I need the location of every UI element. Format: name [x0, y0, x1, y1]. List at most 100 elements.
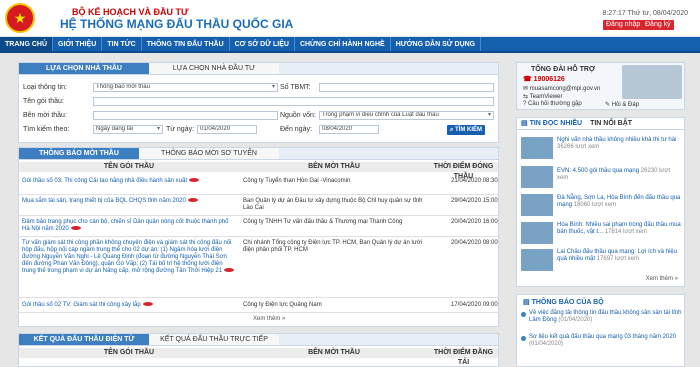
col-package-header: TÊN GÓI THẦU: [19, 162, 239, 172]
notices-view-more-link[interactable]: Xem thêm »: [253, 316, 285, 322]
news-thumbnail[interactable]: [521, 137, 553, 159]
ministry-news-title: ▤ THÔNG BÁO CỦA BỘ: [523, 298, 604, 306]
source-select[interactable]: Trong phạm vi điều chỉnh của Luật đấu th…: [319, 111, 494, 120]
news-view-more-link[interactable]: Xem thêm »: [646, 276, 678, 282]
ministry-news-item[interactable]: Sơ liệu kết quả đấu thầu qua mạng 03 thá…: [529, 334, 683, 348]
package-name[interactable]: Đảm bảo trang phục cho cán bộ, chiến sĩ …: [22, 219, 228, 232]
faq-label[interactable]: Câu hỏi thường gặp: [528, 101, 582, 107]
nav-news[interactable]: TIN TỨC: [102, 37, 142, 51]
nav-bidding-info[interactable]: THÔNG TIN ĐẤU THẦU: [142, 37, 230, 51]
nav-certificates[interactable]: CHỨNG CHỈ HÀNH NGHỀ: [295, 37, 391, 51]
nav-user-guide[interactable]: HƯỚNG DẪN SỬ DỤNG: [391, 37, 482, 51]
tab-most-read[interactable]: ▤ TIN ĐỌC NHIỀU: [517, 118, 586, 129]
qa-link[interactable]: ✎ Hỏi & Đáp: [605, 101, 639, 108]
tab-bid-notices[interactable]: THÔNG BÁO MỜI THẦU: [19, 148, 139, 159]
teamviewer-link[interactable]: ⇆ TeamViewer: [523, 93, 563, 100]
news-thumbnail[interactable]: [521, 166, 553, 188]
news-views: 18060 lượt xem: [573, 202, 616, 208]
info-type-label: Loại thông tin:: [23, 84, 67, 91]
tab-direct-bidding-results[interactable]: KẾT QUẢ ĐẤU THẦU TRỰC TIẾP: [149, 334, 279, 345]
closing-time: 20/04/2020 16:00: [451, 219, 498, 225]
package-link[interactable]: Gói thầu số 02 TV: Giám sát thi công xây…: [22, 302, 237, 309]
news-item[interactable]: Lai Châu đấu thầu qua mạng: Lợi ích và h…: [557, 249, 683, 263]
tab-investor-selection[interactable]: LỰA CHỌN NHÀ ĐẦU TƯ: [149, 63, 279, 74]
register-button[interactable]: Đăng ký: [642, 20, 674, 30]
closing-time: 20/04/2020 08:00: [451, 240, 498, 246]
list-icon: ▤: [521, 120, 530, 127]
table-row[interactable]: Tư vấn giám sát thi công phần không chuy…: [19, 238, 498, 298]
notices-tabs: THÔNG BÁO MỜI THẦU THÔNG BÁO MỜI SƠ TUYỂ…: [19, 148, 498, 160]
support-email[interactable]: ✉ muasamcong@mpi.gov.vn: [523, 85, 600, 92]
tab-prequalification-notices[interactable]: THÔNG BÁO MỜI SƠ TUYỂN: [139, 148, 279, 159]
teamviewer-label[interactable]: TeamViewer: [530, 94, 563, 100]
search-tabs: LỰA CHỌN NHÀ THẦU LỰA CHỌN NHÀ ĐẦU TƯ: [19, 63, 498, 75]
search-button[interactable]: ⌕ TÌM KIẾM: [447, 125, 486, 135]
table-row[interactable]: Gói thầu số 03: Thi công Cải tạo nâng nh…: [19, 175, 498, 195]
news-views: 17697 lượt xem: [596, 256, 640, 262]
ministry-news-item-date: (01/04/2020): [558, 317, 593, 323]
find-by-select[interactable]: Ngày đăng tải: [93, 125, 163, 134]
support-agent-image: [622, 65, 682, 99]
tab-highlights[interactable]: TIN NỔI BẬT: [586, 118, 636, 129]
tab-contractor-selection[interactable]: LỰA CHỌN NHÀ THẦU: [19, 63, 149, 74]
from-date-input[interactable]: 01/04/2020: [197, 125, 257, 134]
info-type-select[interactable]: Thông báo mời thầu: [93, 83, 278, 92]
news-thumbnail[interactable]: [521, 194, 553, 216]
login-button[interactable]: Đăng nhập: [603, 20, 644, 30]
news-title[interactable]: EVN: 4.500 gói thầu qua mạng: [557, 168, 639, 174]
ministry-news-item[interactable]: Về việc đăng tải thông tin đấu thầu khôn…: [529, 310, 683, 324]
closing-time: 21/04/2020 08:30: [451, 178, 498, 184]
package-link[interactable]: Tư vấn giám sát thi công phần không chuy…: [22, 240, 237, 275]
support-phone-number[interactable]: 19006126: [534, 76, 565, 83]
package-name[interactable]: Gói thầu số 03: Thi công Cải tạo nâng nh…: [22, 178, 187, 184]
results-panel: KẾT QUẢ ĐẤU THẦU ĐIỆN TỬ KẾT QUẢ ĐẤU THẦ…: [18, 333, 499, 367]
package-link[interactable]: Gói thầu số 03: Thi công Cải tạo nâng nh…: [22, 178, 237, 185]
support-panel: TỔNG ĐÀI HỖ TRỢ ☎ 19006126 ✉ muasamcong@…: [516, 62, 685, 110]
bullet-icon: [521, 336, 526, 341]
news-item[interactable]: Nghi vấn nhà thầu không nhiều khả thi tư…: [557, 137, 683, 151]
news-thumbnail[interactable]: [521, 222, 553, 244]
package-name[interactable]: Mua sắm tài sản, trang thiết bị của BQL …: [22, 198, 186, 204]
faq-link[interactable]: ? Câu hỏi thường gặp: [523, 101, 582, 107]
table-row[interactable]: Mua sắm tài sản, trang thiết bị của BQL …: [19, 196, 498, 216]
national-emblem-icon: ★: [5, 3, 35, 33]
nav-about[interactable]: GIỚI THIỆU: [53, 37, 103, 51]
news-item[interactable]: EVN: 4.500 gói thầu qua mạng 26230 lượt …: [557, 168, 683, 182]
news-item[interactable]: Hòa Bình: Nhiều sai phạm trong đấu thầu …: [557, 222, 683, 236]
teamviewer-icon: ⇆: [523, 94, 530, 100]
nav-home[interactable]: TRANG CHỦ: [0, 37, 53, 51]
tbmt-label: Số TBMT:: [280, 84, 311, 91]
package-link[interactable]: Mua sắm tài sản, trang thiết bị của BQL …: [22, 198, 237, 205]
news-thumbnail[interactable]: [521, 249, 553, 271]
col-time-header: THỜI ĐIỂM ĐÓNG THẦU: [429, 162, 498, 180]
tab-e-bidding-results[interactable]: KẾT QUẢ ĐẤU THẦU ĐIỆN TỬ: [19, 334, 149, 345]
support-phone[interactable]: ☎ 19006126: [523, 75, 565, 83]
ministry-name: BỘ KẾ HOẠCH VÀ ĐẦU TƯ: [72, 7, 189, 17]
nav-database[interactable]: CƠ SỞ DỮ LIỆU: [230, 37, 295, 51]
package-name[interactable]: Gói thầu số 02 TV: Giám sát thi công xây…: [22, 302, 141, 308]
inviter-name: Công ty Điện lực Quảng Nam: [243, 302, 322, 308]
from-date-label: Từ ngày:: [166, 126, 195, 133]
tab-most-read-label[interactable]: TIN ĐỌC NHIỀU: [530, 120, 583, 127]
package-link[interactable]: Đảm bảo trang phục cho cán bộ, chiến sĩ …: [22, 219, 237, 233]
news-item[interactable]: Đà Nẵng, Sơn La, Hòa Bình đến đấu thầu q…: [557, 195, 683, 209]
most-read-panel: ▤ TIN ĐỌC NHIỀU TIN NỔI BẬT Nghi vấn nhà…: [516, 117, 685, 287]
support-email-address[interactable]: muasamcong@mpi.gov.vn: [530, 86, 601, 92]
main-nav: TRANG CHỦ GIỚI THIỆU TIN TỨC THÔNG TIN Đ…: [0, 37, 700, 53]
package-name[interactable]: Tư vấn giám sát thi công phần không chuy…: [22, 240, 231, 274]
ministry-news-item-title[interactable]: Về việc đăng tải thông tin đấu thầu khôn…: [529, 310, 681, 323]
qa-label[interactable]: Hỏi & Đáp: [612, 102, 639, 108]
ministry-news-item-title[interactable]: Sơ liệu kết quả đấu thầu qua mạng 03 thá…: [529, 334, 676, 340]
package-name-input[interactable]: [93, 97, 494, 106]
to-date-label: Đến ngày:: [280, 126, 312, 133]
to-date-input[interactable]: 08/04/2020: [319, 125, 379, 134]
table-row[interactable]: Đảm bảo trang phục cho cán bộ, chiến sĩ …: [19, 217, 498, 237]
tbmt-input[interactable]: [319, 83, 494, 92]
inviter-input[interactable]: [93, 111, 278, 120]
inviter-label: Bên mời thầu:: [23, 112, 67, 119]
table-row[interactable]: Gói thầu số 02 TV: Giám sát thi công xây…: [19, 299, 498, 313]
inviter-name: Chi nhánh Tổng công ty Điện lực TP. HCM,…: [243, 240, 423, 253]
search-button-label: TÌM KIẾM: [455, 127, 483, 133]
new-badge-icon: [189, 178, 200, 183]
news-title[interactable]: Nghi vấn nhà thầu không nhiều khả thi tư…: [557, 137, 676, 143]
